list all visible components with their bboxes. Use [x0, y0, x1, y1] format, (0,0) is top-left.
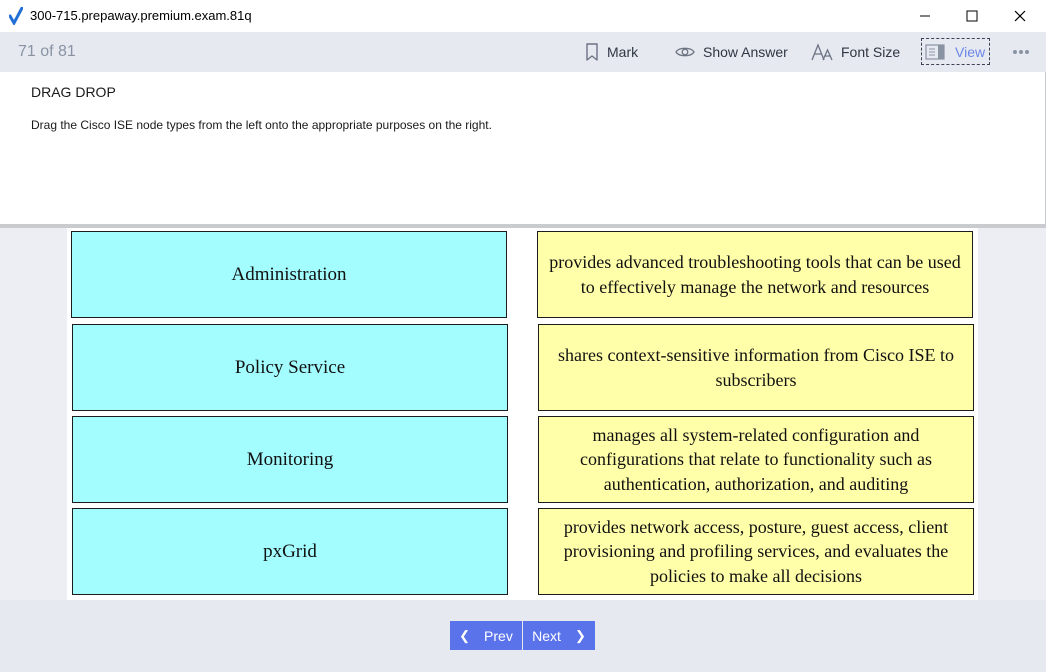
purpose-drop-target[interactable]: manages all system-related configuration… — [538, 416, 974, 503]
mark-button[interactable]: Mark — [585, 32, 638, 72]
navigation-footer: ❮ Prev Next ❯ — [0, 600, 1046, 672]
chevron-right-icon: ❯ — [574, 627, 586, 643]
purpose-drop-target[interactable]: provides network access, posture, guest … — [538, 508, 974, 595]
more-dots-icon — [1013, 50, 1029, 54]
minimize-button[interactable] — [902, 0, 948, 32]
drag-drop-exhibit: Administration Policy Service Monitoring… — [67, 228, 978, 600]
chevron-left-icon: ❮ — [459, 627, 471, 643]
next-button[interactable]: Next ❯ — [523, 621, 595, 650]
view-layout-icon — [925, 43, 945, 60]
question-type: DRAG DROP — [31, 84, 116, 100]
purpose-drop-target[interactable]: provides advanced troubleshooting tools … — [537, 231, 973, 318]
app-checkmark-icon — [8, 6, 24, 27]
prev-label: Prev — [484, 627, 513, 644]
mark-label: Mark — [607, 44, 639, 60]
maximize-button[interactable] — [949, 0, 995, 32]
view-button[interactable]: View — [921, 38, 990, 65]
view-label: View — [955, 43, 986, 60]
show-answer-button[interactable]: Show Answer — [675, 32, 788, 72]
next-label: Next — [532, 627, 561, 644]
question-counter: 71 of 81 — [18, 43, 76, 60]
node-type-box[interactable]: Monitoring — [72, 416, 508, 503]
node-type-box[interactable]: Policy Service — [72, 324, 508, 411]
font-size-icon — [811, 43, 833, 61]
toolbar: 71 of 81 Mark Show Answer Font Size View — [0, 32, 1046, 72]
node-type-box[interactable]: pxGrid — [72, 508, 508, 595]
node-type-box[interactable]: Administration — [71, 231, 507, 318]
more-options-button[interactable] — [1012, 32, 1038, 72]
prev-button[interactable]: ❮ Prev — [450, 621, 522, 650]
question-panel: DRAG DROP Drag the Cisco ISE node types … — [0, 72, 1046, 224]
show-answer-label: Show Answer — [703, 44, 788, 60]
title-bar: 300-715.prepaway.premium.exam.81q — [0, 0, 1046, 32]
purpose-drop-target[interactable]: shares context-sensitive information fro… — [538, 324, 974, 411]
bookmark-icon — [586, 43, 598, 61]
font-size-label: Font Size — [841, 44, 901, 60]
window-title: 300-715.prepaway.premium.exam.81q — [30, 8, 252, 23]
close-button[interactable] — [997, 0, 1043, 32]
eye-icon — [675, 47, 695, 57]
question-text: Drag the Cisco ISE node types from the l… — [31, 118, 492, 132]
font-size-button[interactable]: Font Size — [811, 32, 900, 72]
